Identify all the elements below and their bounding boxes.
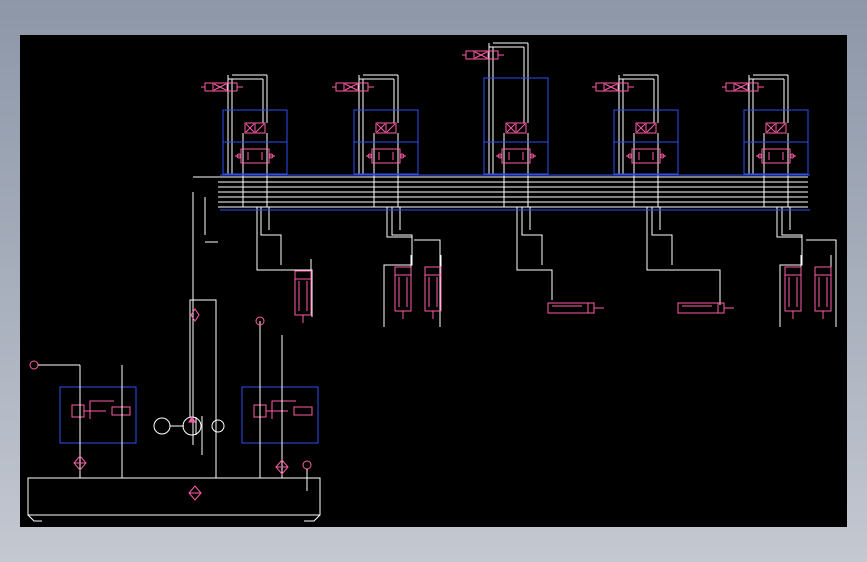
work-port-line — [373, 133, 399, 207]
actuator-line — [391, 207, 413, 265]
pump-line — [79, 299, 283, 478]
cylinder-barrel — [814, 266, 832, 312]
cylinder-4 — [677, 302, 734, 314]
pump-icon — [211, 419, 225, 433]
cylinder-5b — [814, 266, 832, 319]
cylinder-3 — [547, 302, 604, 314]
check-valve-block — [371, 148, 401, 164]
motor-icon — [153, 417, 171, 435]
cylinder-rod — [682, 303, 734, 313]
work-port-line — [633, 133, 659, 207]
valve-station-1 — [201, 82, 288, 175]
valve-cross — [344, 83, 358, 91]
cylinder-rod — [552, 303, 604, 313]
relief-valve-symbol — [253, 400, 313, 419]
work-port-line — [503, 133, 529, 207]
check-valve-block — [631, 148, 661, 164]
drawing-canvas — [20, 35, 847, 527]
valve-cross — [474, 51, 488, 59]
actuator-line — [260, 207, 282, 265]
solenoid-valve-icon — [201, 82, 243, 92]
cylinder-rod — [295, 278, 311, 323]
hydraulic-schematic — [27, 42, 837, 522]
actuator-pipe — [256, 207, 837, 327]
check-valve-block — [761, 148, 791, 164]
relief-valve-icon — [71, 400, 131, 419]
oil-tank-icon — [27, 477, 321, 522]
solenoid-valve-icon — [592, 82, 634, 92]
filter-icon — [188, 485, 202, 501]
cylinder-rod — [425, 274, 441, 319]
valve-station-3 — [462, 50, 549, 175]
solenoid-valve-icon — [722, 82, 764, 92]
cylinder-1 — [294, 270, 312, 323]
pressure-gauge-icon — [29, 360, 39, 370]
cylinder-rod — [395, 274, 411, 319]
relief-valve-icon — [253, 400, 313, 419]
valve-cross — [734, 83, 748, 91]
cylinder-2b — [424, 266, 442, 319]
level-gauge-icon — [302, 460, 312, 470]
check-valve-block — [501, 148, 531, 164]
actuator-line — [781, 207, 803, 265]
check-valve-icon — [190, 308, 200, 322]
work-port-line — [242, 133, 268, 207]
cylinder-barrel — [547, 302, 595, 314]
cylinder-rod — [785, 274, 801, 319]
valve-station-4 — [592, 82, 679, 175]
actuator-line — [651, 207, 673, 265]
return-stub — [204, 197, 218, 243]
valve-cross — [604, 83, 618, 91]
cylinder-barrel — [294, 270, 312, 316]
valve-station-2 — [332, 82, 419, 175]
power-unit — [27, 299, 321, 522]
cylinder-barrel — [677, 302, 725, 314]
solenoid-valve-icon — [332, 82, 374, 92]
work-port-line — [763, 133, 789, 207]
cylinder-barrel — [424, 266, 442, 312]
valve-station-5 — [722, 82, 809, 175]
solenoid-valve-icon — [462, 50, 504, 60]
cylinder-rod — [815, 274, 831, 319]
cylinder-barrel — [394, 266, 412, 312]
valve-cross — [213, 83, 227, 91]
actuator-line — [521, 207, 543, 265]
relief-valve-symbol — [71, 400, 131, 419]
pipe-lines — [192, 42, 837, 445]
cylinder-barrel — [784, 266, 802, 312]
cylinder-2a — [394, 266, 412, 319]
cylinder-5a — [784, 266, 802, 319]
actuators — [294, 266, 832, 323]
check-valve-block — [240, 148, 270, 164]
